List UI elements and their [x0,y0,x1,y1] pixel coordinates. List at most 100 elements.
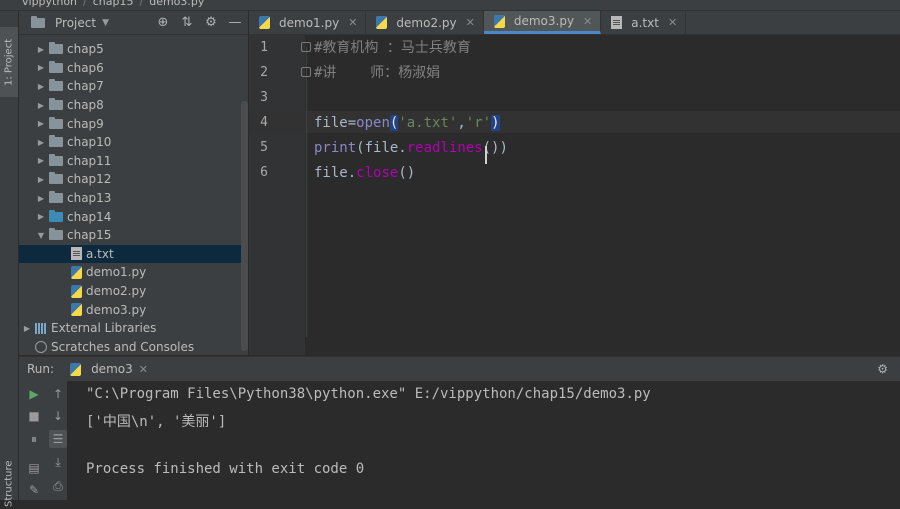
tree-item-label: chap15 [67,228,112,243]
string-literal: 'a.txt' [398,115,458,131]
rerun-icon[interactable]: ▶ [25,385,43,403]
gear-icon[interactable]: ⚙ [877,362,888,376]
tree-item[interactable]: ▶ chap14 [19,207,248,226]
line-number-gutter [249,35,305,355]
arrow-up-icon[interactable]: ↑ [49,385,67,403]
expand-arrow-right-icon[interactable]: ▶ [35,63,47,72]
breadcrumb-file[interactable]: demo3.py [149,0,204,8]
python-file-icon [70,362,82,376]
tree-item[interactable]: ▶ chap9 [19,114,248,133]
operator: = [347,115,357,131]
tree-item[interactable]: ▶ chap5 [19,40,248,59]
editor-tab[interactable]: a.txt ✕ [601,11,687,34]
project-panel-header: Project ▼ ⊕ ⇅ ⚙ — [19,11,248,35]
tree-item[interactable]: ▶ chap10 [19,133,248,152]
run-console-output[interactable]: "C:\Program Files\Python38\python.exe" E… [68,381,900,500]
run-label: Run: [27,362,55,376]
editor-tab-label: demo2.py [396,15,457,30]
chevron-down-icon: ▼ [102,17,109,28]
tree-item[interactable]: demo1.py [19,263,248,282]
code-line-6: file.close() [314,162,415,184]
breadcrumb-folder[interactable]: chap15 [93,0,134,8]
folder-icon [49,191,63,204]
tree-item-label: chap10 [67,135,112,150]
hide-icon[interactable]: — [228,14,242,30]
code-line-5: print(file.readlines()) [314,137,508,159]
expand-arrow-right-icon[interactable]: ▶ [35,175,47,184]
indent-guide [306,47,307,337]
editor-tab[interactable]: demo3.py ✕ [483,11,602,34]
expand-arrow-right-icon[interactable]: ▶ [35,101,47,110]
run-tab-label: demo3 [91,362,133,376]
close-icon[interactable]: ✕ [139,363,148,376]
expand-arrow-right-icon[interactable]: ▶ [35,138,47,147]
editor-tab[interactable]: demo2.py ✕ [366,11,484,34]
code-line-1: #教育机构 ：马士兵教育 [314,37,471,59]
scroll-to-end-icon[interactable]: ⤓ [49,453,67,471]
tree-item-label: demo3.py [86,302,147,317]
expand-arrow-down-icon[interactable]: ▼ [35,231,47,240]
expand-arrow-right-icon[interactable]: ▶ [35,119,47,128]
collapse-icon[interactable]: ⇅ [180,14,194,30]
fold-marker-icon[interactable] [301,67,311,77]
breadcrumb-root[interactable]: vippython [22,0,77,8]
stop-icon[interactable]: ■ [25,407,43,425]
line-number: 5 [260,140,268,155]
tree-item[interactable]: ▶ chap8 [19,96,248,115]
structure-tool-tab[interactable]: Structure [0,459,18,509]
line-number: 6 [260,165,268,180]
expand-arrow-right-icon[interactable]: ▶ [35,194,47,203]
tree-item[interactable]: a.txt [19,244,248,264]
print-icon[interactable]: ⎙ [49,477,67,495]
close-icon[interactable]: ✕ [668,16,677,29]
tree-item[interactable]: demo3.py [19,300,248,319]
project-scrollbar[interactable] [241,101,248,351]
expand-arrow-right-icon[interactable]: ▶ [35,212,47,221]
folder-icon [49,209,63,222]
tree-item[interactable]: demo2.py [19,282,248,301]
tree-item[interactable]: ▶ chap7 [19,77,248,96]
method-name: close [356,165,399,181]
tree-item[interactable]: ▶ chap11 [19,152,248,171]
close-icon[interactable]: ✕ [583,15,592,28]
console-line: "C:\Program Files\Python38\python.exe" E… [86,386,651,402]
fold-marker-icon[interactable] [301,42,311,52]
pause-icon[interactable]: ⏸ [25,430,43,448]
tree-item-label: chap13 [67,191,112,206]
tree-item-label: chap9 [67,116,104,131]
paren: () [398,165,416,181]
arrow-down-icon[interactable]: ↓ [49,407,67,425]
project-view-selector[interactable]: Project ▼ [29,15,109,30]
expand-arrow-right-icon[interactable]: ▶ [21,324,33,333]
pin-icon[interactable]: ✎ [25,481,43,499]
soft-wrap-icon[interactable]: ☰ [49,430,67,448]
close-icon[interactable]: ✕ [348,16,357,29]
tree-item[interactable]: ▶ chap6 [19,59,248,78]
gear-icon[interactable]: ⚙ [204,14,218,30]
tree-item[interactable]: ▼ chap15 [19,226,248,245]
tree-item-label: chap8 [67,98,104,113]
tree-item[interactable]: ▶ chap12 [19,170,248,189]
layout-icon[interactable]: ▤ [25,459,43,477]
code-editor[interactable]: 1 2 3 4 5 6 #教育机构 ：马士兵教育 #讲 师：杨淑娟 file=o… [249,35,900,355]
tree-item[interactable]: Scratches and Consoles [19,338,248,356]
expand-arrow-right-icon[interactable]: ▶ [35,82,47,91]
close-icon[interactable]: ✕ [466,16,475,29]
python-file-icon [71,284,82,298]
expand-arrow-right-icon[interactable]: ▶ [35,45,47,54]
project-tool-tab[interactable]: 1: Project [0,27,18,97]
tree-item[interactable]: ▶ chap13 [19,189,248,208]
identifier: file. [314,165,357,181]
tree-item[interactable]: ▶ External Libraries [19,319,248,338]
expand-arrow-right-icon[interactable]: ▶ [35,156,47,165]
editor-tab[interactable]: demo1.py ✕ [249,11,367,34]
tree-item-label: chap12 [67,172,112,187]
locate-icon[interactable]: ⊕ [156,14,170,30]
tree-item-label: chap7 [67,79,104,94]
run-tab-demo3[interactable]: demo3 ✕ [68,362,148,376]
code-line-2: #讲 师：杨淑娟 [314,62,440,84]
paren: ( [356,140,365,156]
tree-item-label: chap14 [67,209,112,224]
method-name: readlines [406,140,483,156]
navigation-breadcrumb: vippython / chap15/demo3.py [0,0,900,11]
